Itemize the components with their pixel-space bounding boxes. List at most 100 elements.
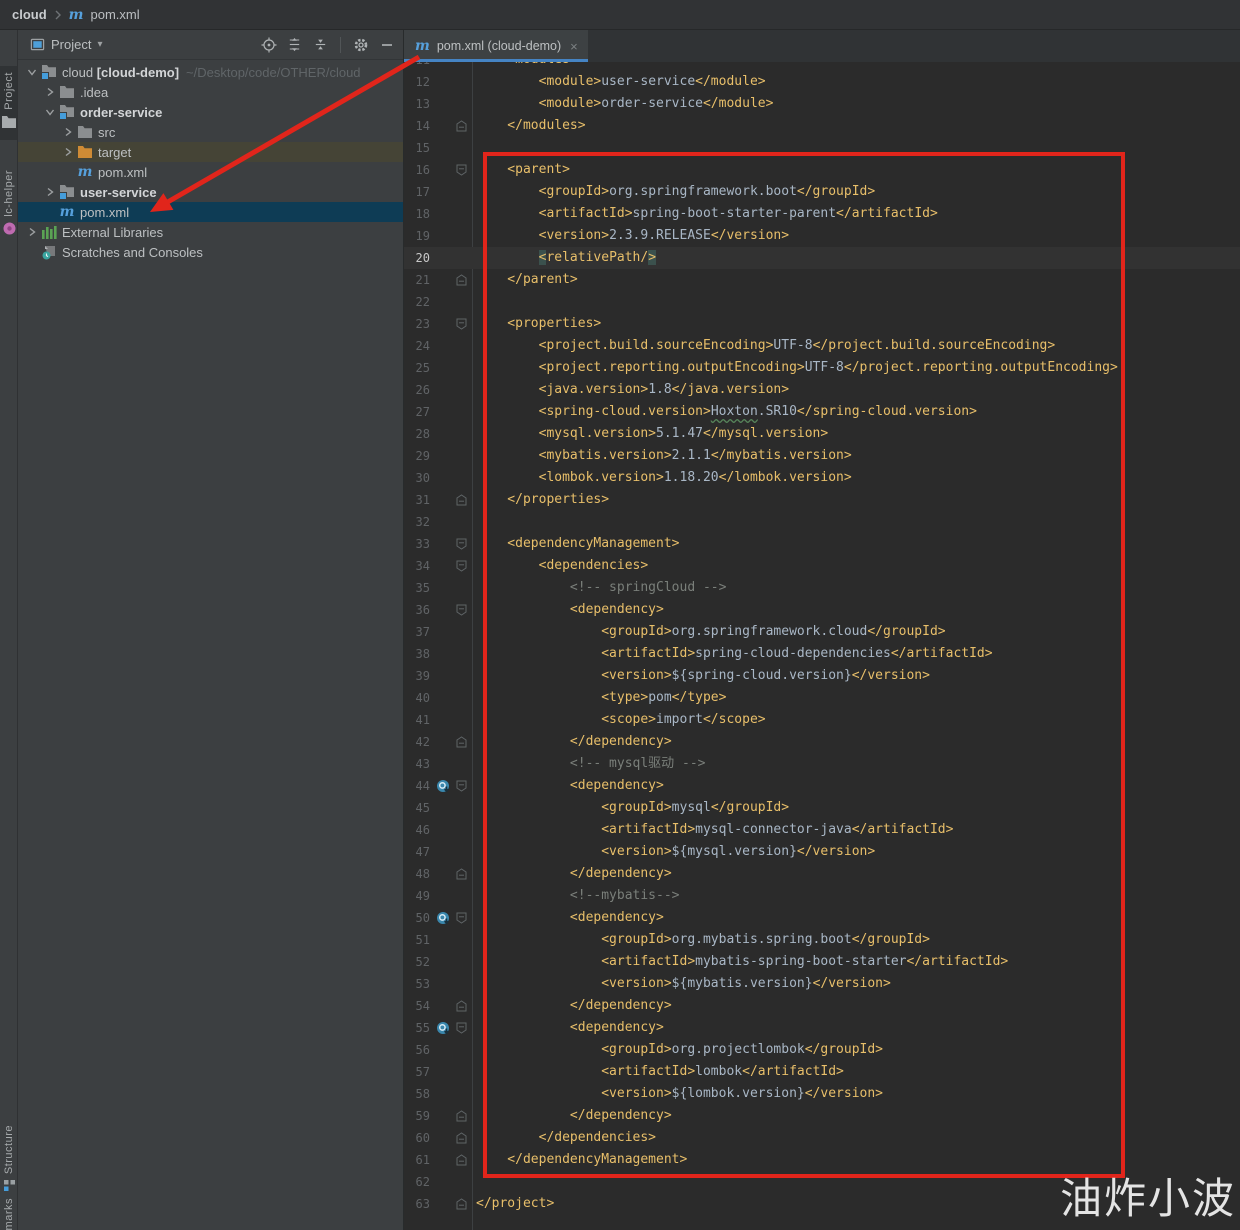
maven-download-icon[interactable] (434, 1021, 452, 1036)
tree-item-scratches-and-consoles[interactable]: Scratches and Consoles (18, 242, 403, 262)
tree-item-pom.xml[interactable]: m pom.xml (18, 162, 403, 182)
tree-item-pom.xml[interactable]: m pom.xml (18, 202, 403, 222)
code-line-62[interactable]: 62 (404, 1171, 1240, 1193)
tree-item-target[interactable]: target (18, 142, 403, 162)
tab-pom-xml[interactable]: m pom.xml (cloud-demo) × (404, 30, 588, 62)
maven-download-icon[interactable] (434, 779, 452, 794)
code-line-38[interactable]: 38 <artifactId>spring-cloud-dependencies… (404, 643, 1240, 665)
chevron-right-icon[interactable] (60, 124, 76, 140)
code-line-53[interactable]: 53 <version>${mybatis.version}</version> (404, 973, 1240, 995)
code-line-20[interactable]: 20 <relativePath/> (404, 247, 1240, 269)
hide-panel-button[interactable] (378, 36, 395, 53)
code-line-12[interactable]: 12 <module>user-service</module> (404, 71, 1240, 93)
fold-start-icon[interactable] (452, 604, 470, 616)
collapse-all-button[interactable] (312, 36, 329, 53)
code-line-43[interactable]: 43 <!-- mysql驱动 --> (404, 753, 1240, 775)
breadcrumb-project[interactable]: cloud (12, 7, 47, 22)
code-line-50[interactable]: 50 <dependency> (404, 907, 1240, 929)
code-line-42[interactable]: 42 </dependency> (404, 731, 1240, 753)
code-line-55[interactable]: 55 <dependency> (404, 1017, 1240, 1039)
code-line-13[interactable]: 13 <module>order-service</module> (404, 93, 1240, 115)
tree-item-external-libraries[interactable]: External Libraries (18, 222, 403, 242)
locate-file-button[interactable] (260, 36, 277, 53)
fold-end-icon[interactable] (452, 1110, 470, 1122)
code-line-29[interactable]: 29 <mybatis.version>2.1.1</mybatis.versi… (404, 445, 1240, 467)
fold-end-icon[interactable] (452, 868, 470, 880)
code-line-52[interactable]: 52 <artifactId>mybatis-spring-boot-start… (404, 951, 1240, 973)
fold-start-icon[interactable] (452, 164, 470, 176)
tree-item-.idea[interactable]: .idea (18, 82, 403, 102)
fold-start-icon[interactable] (452, 560, 470, 572)
code-line-40[interactable]: 40 <type>pom</type> (404, 687, 1240, 709)
tool-window-button-bookmarks[interactable]: Bookmarks (0, 1198, 17, 1230)
code-line-19[interactable]: 19 <version>2.3.9.RELEASE</version> (404, 225, 1240, 247)
code-line-39[interactable]: 39 <version>${spring-cloud.version}</ver… (404, 665, 1240, 687)
fold-end-icon[interactable] (452, 494, 470, 506)
code-line-11[interactable]: 11 <modules> (404, 62, 1240, 71)
code-line-22[interactable]: 22 (404, 291, 1240, 313)
tool-window-button-project[interactable]: Project (0, 66, 17, 140)
fold-end-icon[interactable] (452, 1198, 470, 1210)
tree-item-order-service[interactable]: order-service (18, 102, 403, 122)
code-line-14[interactable]: 14 </modules> (404, 115, 1240, 137)
code-editor-area[interactable]: 11 <modules>12 <module>user-service</mod… (404, 62, 1240, 1230)
code-line-25[interactable]: 25 <project.reporting.outputEncoding>UTF… (404, 357, 1240, 379)
code-line-31[interactable]: 31 </properties> (404, 489, 1240, 511)
code-line-46[interactable]: 46 <artifactId>mysql-connector-java</art… (404, 819, 1240, 841)
code-line-60[interactable]: 60 </dependencies> (404, 1127, 1240, 1149)
code-line-16[interactable]: 16 <parent> (404, 159, 1240, 181)
code-line-51[interactable]: 51 <groupId>org.mybatis.spring.boot</gro… (404, 929, 1240, 951)
maven-download-icon[interactable] (434, 911, 452, 926)
code-line-15[interactable]: 15 (404, 137, 1240, 159)
tool-window-button-lc-helper[interactable]: lc-helper (0, 170, 17, 240)
code-line-45[interactable]: 45 <groupId>mysql</groupId> (404, 797, 1240, 819)
code-line-26[interactable]: 26 <java.version>1.8</java.version> (404, 379, 1240, 401)
code-line-47[interactable]: 47 <version>${mysql.version}</version> (404, 841, 1240, 863)
breadcrumb-file[interactable]: pom.xml (91, 7, 140, 22)
close-icon[interactable]: × (570, 39, 578, 54)
code-line-18[interactable]: 18 <artifactId>spring-boot-starter-paren… (404, 203, 1240, 225)
chevron-down-icon[interactable] (42, 104, 58, 120)
fold-end-icon[interactable] (452, 736, 470, 748)
code-line-61[interactable]: 61 </dependencyManagement> (404, 1149, 1240, 1171)
code-line-34[interactable]: 34 <dependencies> (404, 555, 1240, 577)
project-panel-title-button[interactable]: Project ▾ (30, 37, 103, 52)
chevron-down-icon[interactable] (24, 64, 40, 80)
chevron-right-icon[interactable] (60, 144, 76, 160)
code-line-48[interactable]: 48 </dependency> (404, 863, 1240, 885)
code-line-41[interactable]: 41 <scope>import</scope> (404, 709, 1240, 731)
chevron-right-icon[interactable] (42, 184, 58, 200)
code-line-21[interactable]: 21 </parent> (404, 269, 1240, 291)
code-line-54[interactable]: 54 </dependency> (404, 995, 1240, 1017)
chevron-right-icon[interactable] (24, 224, 40, 240)
fold-end-icon[interactable] (452, 1132, 470, 1144)
fold-end-icon[interactable] (452, 1000, 470, 1012)
fold-start-icon[interactable] (452, 912, 470, 924)
code-line-17[interactable]: 17 <groupId>org.springframework.boot</gr… (404, 181, 1240, 203)
tree-item-src[interactable]: src (18, 122, 403, 142)
fold-end-icon[interactable] (452, 1154, 470, 1166)
code-line-37[interactable]: 37 <groupId>org.springframework.cloud</g… (404, 621, 1240, 643)
code-line-59[interactable]: 59 </dependency> (404, 1105, 1240, 1127)
code-line-33[interactable]: 33 <dependencyManagement> (404, 533, 1240, 555)
code-line-23[interactable]: 23 <properties> (404, 313, 1240, 335)
chevron-right-icon[interactable] (42, 84, 58, 100)
code-line-24[interactable]: 24 <project.build.sourceEncoding>UTF-8</… (404, 335, 1240, 357)
fold-start-icon[interactable] (452, 318, 470, 330)
fold-start-icon[interactable] (452, 780, 470, 792)
fold-end-icon[interactable] (452, 274, 470, 286)
gear-icon[interactable] (352, 36, 369, 53)
code-line-63[interactable]: 63 </project> (404, 1193, 1240, 1215)
code-line-27[interactable]: 27 <spring-cloud.version>Hoxton.SR10</sp… (404, 401, 1240, 423)
code-line-32[interactable]: 32 (404, 511, 1240, 533)
fold-end-icon[interactable] (452, 120, 470, 132)
code-line-57[interactable]: 57 <artifactId>lombok</artifactId> (404, 1061, 1240, 1083)
code-line-35[interactable]: 35 <!-- springCloud --> (404, 577, 1240, 599)
expand-all-button[interactable] (286, 36, 303, 53)
tree-item-cloud[interactable]: cloud [cloud-demo] ~/Desktop/code/OTHER/c… (18, 62, 403, 82)
fold-start-icon[interactable] (452, 1022, 470, 1034)
code-line-36[interactable]: 36 <dependency> (404, 599, 1240, 621)
code-line-30[interactable]: 30 <lombok.version>1.18.20</lombok.versi… (404, 467, 1240, 489)
fold-start-icon[interactable] (452, 538, 470, 550)
code-line-56[interactable]: 56 <groupId>org.projectlombok</groupId> (404, 1039, 1240, 1061)
